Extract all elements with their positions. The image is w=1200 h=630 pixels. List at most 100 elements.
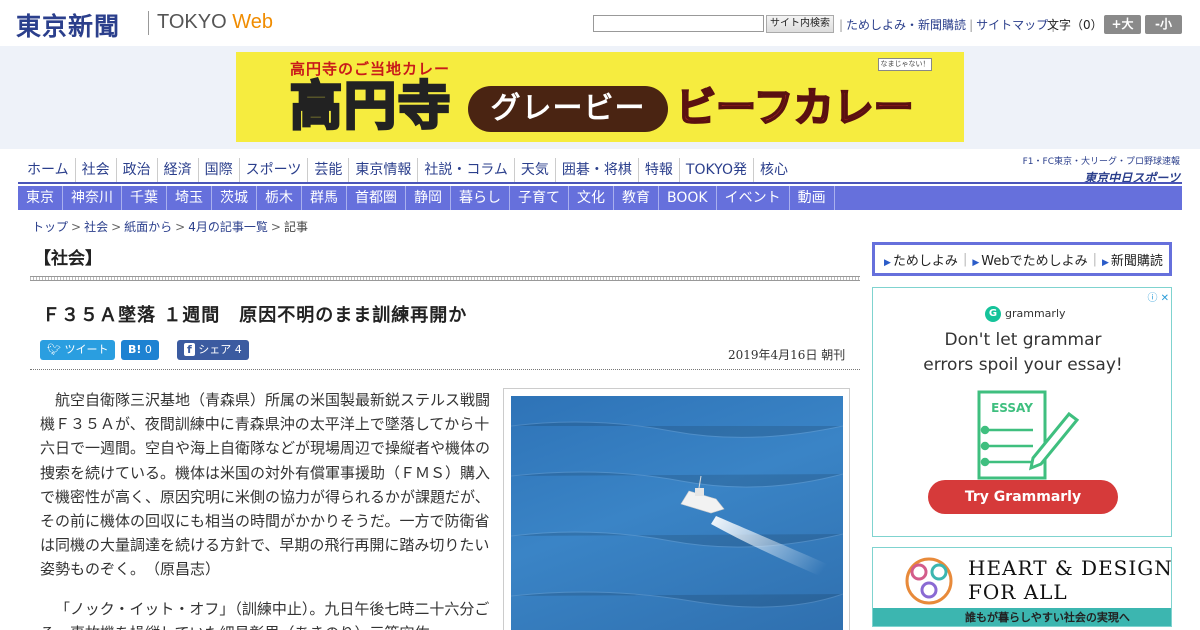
regional-nav-item[interactable]: BOOK [659, 186, 717, 210]
article-date: 2019年4月16日 朝刊 [728, 348, 846, 362]
trial-link[interactable]: ▶ ためしよみ [879, 250, 963, 269]
triangle-right-icon: ▶ [884, 257, 891, 268]
facebook-share-button[interactable]: f シェア 4 [177, 340, 249, 360]
header-link-subscribe[interactable]: ためしよみ・新聞購読 [846, 18, 966, 32]
site-logo-en[interactable]: TOKYO Web [157, 11, 273, 34]
regional-nav-item[interactable]: 暮らし [451, 186, 510, 210]
grammarly-ad[interactable]: ⓘ ✕ Ggrammarly Don't let grammar errors … [872, 287, 1172, 537]
hatena-icon: B! [128, 343, 142, 356]
nav-item-home[interactable]: ホーム [21, 158, 76, 182]
banner-area: 高円寺のご当地カレー 高円寺 グレービー ビーフカレー なまじゃない！ [0, 46, 1200, 149]
nav-item-politics[interactable]: 政治 [117, 158, 158, 182]
regional-nav-item[interactable]: 首都圏 [347, 186, 406, 210]
heart-design-headline-2: FOR ALL [968, 580, 1068, 604]
logo-en-suffix: Web [232, 11, 273, 33]
nav-item-go-shogi[interactable]: 囲碁・将棋 [556, 158, 639, 182]
regional-nav-item[interactable]: 群馬 [302, 186, 347, 210]
article-paragraph: 航空自衛隊三沢基地（青森県）所属の米国製最新鋭ステルス戦闘機Ｆ３５Ａが、夜間訓練… [40, 391, 491, 579]
breadcrumb-print[interactable]: 紙面から [124, 220, 172, 234]
try-grammarly-button[interactable]: Try Grammarly [928, 480, 1118, 514]
banner-pill: グレービー [468, 86, 668, 132]
nav-item-tokyo-hatsu[interactable]: TOKYO発 [680, 158, 754, 182]
article-photo-frame [503, 388, 850, 630]
tweet-button[interactable]: 🐦︎ ツイート [40, 340, 116, 360]
nav-item-entertainment[interactable]: 芸能 [308, 158, 350, 182]
regional-nav-item[interactable]: 文化 [569, 186, 614, 210]
grammarly-g-icon: G [985, 306, 1001, 322]
twitter-icon: 🐦︎ [47, 343, 65, 356]
regional-nav-item[interactable]: 静岡 [406, 186, 451, 210]
regional-nav-item[interactable]: 子育て [510, 186, 569, 210]
nav-item-weather[interactable]: 天気 [515, 158, 556, 182]
nav-divider [18, 182, 1182, 184]
heart-design-headline-1: HEART & DESIGN [968, 556, 1172, 580]
regional-nav-item[interactable]: 東京 [18, 186, 63, 210]
breadcrumb-society[interactable]: 社会 [84, 220, 108, 234]
heart-design-ad[interactable]: HEART & DESIGN FOR ALL 誰もが暮らしやすい社会の実現へ [872, 547, 1172, 627]
triangle-right-icon: ▶ [972, 257, 980, 268]
nav-item-international[interactable]: 国際 [199, 158, 240, 182]
font-size-up-button[interactable]: +大 [1104, 15, 1141, 34]
nav-item-tokyo-info[interactable]: 東京情報 [349, 158, 419, 182]
web-trial-label: Webでためしよみ [981, 253, 1088, 269]
trial-label: ためしよみ [892, 253, 958, 269]
breadcrumb-current: 記事 [283, 220, 308, 234]
site-logo[interactable]: 東京新聞 [16, 7, 120, 43]
facebook-icon: f [184, 343, 195, 356]
nav-item-editorial[interactable]: 社説・コラム [418, 158, 515, 182]
banner-mini-badge: なまじゃない！ [878, 58, 932, 71]
font-size-down-button[interactable]: -小 [1145, 15, 1182, 34]
header-link-divider: | [969, 18, 974, 32]
subscribe-box: ▶ ためしよみ | ▶ Webでためしよみ | ▶ 新聞購読 [872, 242, 1172, 276]
nav-item-economy[interactable]: 経済 [158, 158, 199, 182]
regional-nav-item[interactable]: 茨城 [212, 186, 257, 210]
hatena-bookmark-button[interactable]: B! 0 [121, 340, 159, 360]
logo-divider [148, 11, 149, 35]
site-header: 東京新聞 TOKYO Web サイト内検索 | ためしよみ・新聞購読 | サイトマップ… [0, 0, 1200, 46]
primary-nav: ホーム 社会 政治 経済 国際 スポーツ 芸能 東京情報 社説・コラム 天気 囲… [21, 158, 794, 182]
category-title: 【社会】 [34, 249, 102, 269]
essay-document-icon: ESSAY [977, 390, 1080, 480]
banner-katakana: ビーフカレー [675, 84, 915, 132]
breadcrumb: トップ > 社会 > 紙面から >4月の記事一覧 > 記事 [32, 218, 308, 235]
regional-nav-item[interactable]: 動画 [790, 186, 835, 210]
site-search-input[interactable] [593, 15, 764, 32]
category-rule [30, 276, 860, 281]
article-paragraph: 「ノック・イット・オフ」（訓練中止）。九日午後七時二十六分ごろ、事故機を操縦して… [40, 600, 490, 630]
ad-choices-icon[interactable]: ⓘ ✕ [1147, 289, 1169, 304]
regional-nav-item[interactable]: 教育 [614, 186, 659, 210]
heart-design-logo-icon [905, 557, 953, 605]
site-search-button[interactable]: サイト内検索 [766, 15, 834, 33]
regional-nav-item[interactable]: 千葉 [122, 186, 167, 210]
triangle-right-icon: ▶ [1101, 257, 1109, 268]
regional-nav-item[interactable]: 埼玉 [167, 186, 212, 210]
breadcrumb-april-list[interactable]: 4月の記事一覧 [188, 220, 268, 234]
tweet-label: ツイート [64, 343, 109, 356]
subscribe-label: 新聞購読 [1110, 253, 1163, 269]
breadcrumb-separator: > [175, 220, 186, 234]
nav-item-sports[interactable]: スポーツ [240, 158, 309, 182]
header-link-divider: | [839, 18, 844, 32]
breadcrumb-top[interactable]: トップ [32, 220, 68, 234]
breadcrumb-separator: > [71, 220, 82, 234]
curry-ad-banner[interactable]: 高円寺のご当地カレー 高円寺 グレービー ビーフカレー なまじゃない！ [236, 52, 964, 142]
regional-nav-item[interactable]: 栃木 [257, 186, 302, 210]
hatena-count: 0 [144, 343, 152, 356]
article-photo[interactable] [511, 396, 843, 630]
subscribe-link[interactable]: ▶ 新聞購読 [1097, 250, 1168, 269]
facebook-share-label: シェア [198, 343, 232, 356]
grammarly-ad-text: Don't let grammar errors spoil your essa… [873, 328, 1173, 378]
grammarly-ad-line1: Don't let grammar [944, 330, 1102, 350]
regional-nav-item[interactable]: 神奈川 [63, 186, 122, 210]
facebook-share-count: 4 [234, 343, 242, 356]
nav-item-society[interactable]: 社会 [76, 158, 117, 182]
web-trial-link[interactable]: ▶ Webでためしよみ [967, 250, 1092, 269]
grammarly-brand: grammarly [1005, 307, 1066, 320]
nav-item-core[interactable]: 核心 [754, 158, 794, 182]
nav-item-special[interactable]: 特報 [639, 158, 680, 182]
grammarly-logo: Ggrammarly [985, 306, 1066, 322]
header-link-sitemap[interactable]: サイトマップ [976, 18, 1048, 32]
regional-nav-item[interactable]: イベント [717, 186, 790, 210]
essay-label: ESSAY [991, 401, 1033, 415]
breadcrumb-separator: > [111, 220, 122, 234]
